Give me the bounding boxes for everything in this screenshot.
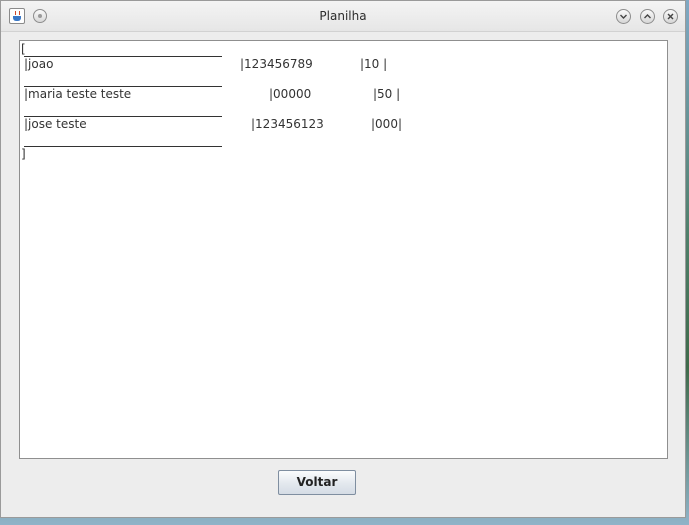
row-3-phone: |123456123 (251, 117, 324, 131)
main-window: Planilha [ |joao |123456789 |10 | |maria… (0, 0, 686, 518)
row-1-phone: |123456789 (240, 57, 313, 71)
row-1-name: |joao (24, 57, 54, 71)
row-1-value: |10 | (360, 57, 388, 71)
chevron-down-icon (620, 14, 627, 19)
close-icon (667, 13, 674, 20)
close-bracket: ] (21, 147, 26, 161)
open-bracket: [ (21, 42, 26, 56)
row-separator (24, 146, 222, 147)
title-bar[interactable]: Planilha (1, 1, 685, 32)
maximize-button[interactable] (640, 9, 655, 24)
minimize-button[interactable] (616, 9, 631, 24)
row-3-name: |jose teste (24, 117, 87, 131)
row-3-value: |000| (371, 117, 402, 131)
window-title: Planilha (319, 9, 367, 23)
back-button[interactable]: Voltar (278, 470, 356, 495)
row-separator (24, 56, 222, 57)
chevron-up-icon (644, 14, 651, 19)
row-2-name: |maria teste teste (24, 87, 132, 101)
close-button[interactable] (663, 9, 678, 24)
row-2-phone: |00000 (269, 87, 312, 101)
row-2-value: |50 | (373, 87, 401, 101)
spreadsheet-text-area[interactable]: [ |joao |123456789 |10 | |maria teste te… (19, 40, 668, 459)
